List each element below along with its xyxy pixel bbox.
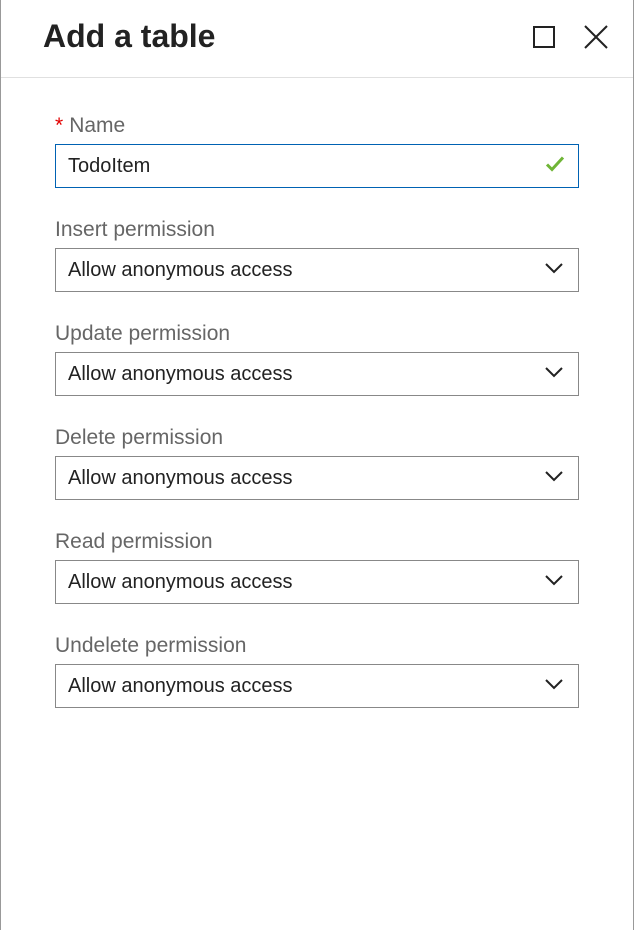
delete-permission-select[interactable]: Allow anonymous access	[55, 456, 579, 500]
delete-permission-value: Allow anonymous access	[56, 459, 578, 498]
insert-permission-group: Insert permission Allow anonymous access	[55, 218, 579, 292]
maximize-button[interactable]	[533, 26, 555, 48]
update-permission-group: Update permission Allow anonymous access	[55, 322, 579, 396]
chevron-down-icon	[544, 261, 564, 279]
undelete-permission-group: Undelete permission Allow anonymous acce…	[55, 634, 579, 708]
name-input[interactable]	[56, 145, 578, 187]
required-indicator: *	[55, 114, 63, 137]
delete-permission-group: Delete permission Allow anonymous access	[55, 426, 579, 500]
undelete-permission-select[interactable]: Allow anonymous access	[55, 664, 579, 708]
delete-permission-label: Delete permission	[55, 426, 579, 450]
checkmark-icon	[544, 153, 566, 180]
dialog-title: Add a table	[43, 18, 215, 55]
name-label-text: Name	[69, 114, 125, 137]
close-button[interactable]	[583, 24, 609, 50]
dialog-content: * Name Insert permission Allow anonymous …	[1, 78, 633, 708]
undelete-permission-value: Allow anonymous access	[56, 667, 578, 706]
undelete-permission-label: Undelete permission	[55, 634, 579, 658]
insert-permission-label: Insert permission	[55, 218, 579, 242]
update-permission-value: Allow anonymous access	[56, 355, 578, 394]
maximize-icon	[533, 26, 555, 48]
chevron-down-icon	[544, 469, 564, 487]
name-field-group: * Name	[55, 114, 579, 188]
insert-permission-select[interactable]: Allow anonymous access	[55, 248, 579, 292]
chevron-down-icon	[544, 677, 564, 695]
name-input-wrapper	[55, 144, 579, 188]
name-label: * Name	[55, 114, 579, 138]
dialog-header: Add a table	[1, 0, 633, 78]
chevron-down-icon	[544, 365, 564, 383]
update-permission-select[interactable]: Allow anonymous access	[55, 352, 579, 396]
close-icon	[583, 24, 609, 50]
read-permission-select[interactable]: Allow anonymous access	[55, 560, 579, 604]
read-permission-value: Allow anonymous access	[56, 563, 578, 602]
header-actions	[533, 24, 609, 50]
read-permission-group: Read permission Allow anonymous access	[55, 530, 579, 604]
insert-permission-value: Allow anonymous access	[56, 251, 578, 290]
read-permission-label: Read permission	[55, 530, 579, 554]
update-permission-label: Update permission	[55, 322, 579, 346]
chevron-down-icon	[544, 573, 564, 591]
